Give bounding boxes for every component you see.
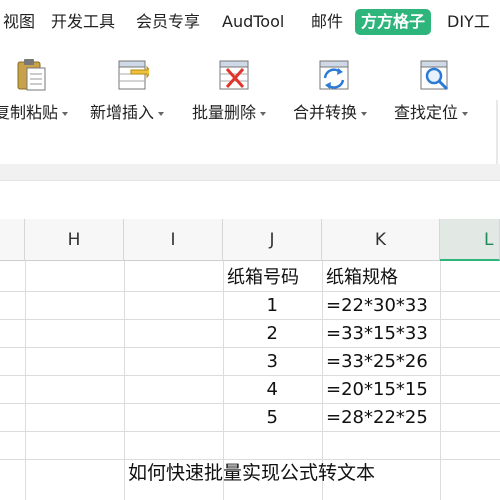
ribbon-separator-band: [0, 164, 500, 180]
caption-text: 如何快速批量实现公式转文本: [128, 462, 376, 484]
copy-paste-group[interactable]: 复制粘贴: [0, 44, 80, 134]
cell-k-row2[interactable]: =33*15*33: [326, 320, 428, 348]
find-locate-label: 查找定位: [394, 99, 469, 123]
column-header-l[interactable]: L: [440, 219, 500, 261]
tab-audtool[interactable]: AudTool: [222, 10, 284, 34]
column-header-h[interactable]: H: [25, 219, 124, 261]
cell-j-row2[interactable]: 2: [223, 320, 278, 348]
merge-convert-icon: [319, 60, 349, 90]
clipboard-paste-icon: [17, 59, 46, 91]
merge-convert-label: 合并转换: [293, 99, 368, 123]
find-locate-group[interactable]: 查找定位: [393, 44, 493, 134]
cell-j-row4[interactable]: 4: [223, 376, 278, 404]
gridline: [124, 261, 125, 500]
chevron-down-icon: [62, 111, 69, 116]
cell-k-row4[interactable]: =20*15*15: [326, 376, 428, 404]
chevron-down-icon: [462, 111, 469, 116]
column-header-k[interactable]: K: [322, 219, 440, 261]
tab-member[interactable]: 会员专享: [136, 10, 200, 34]
column-header-g[interactable]: [0, 219, 25, 261]
merge-convert-group[interactable]: 合并转换: [292, 44, 382, 134]
cell-j-row5[interactable]: 5: [223, 404, 278, 432]
chevron-down-icon: [260, 111, 267, 116]
batch-delete-label: 批量删除: [192, 99, 267, 123]
batch-delete-group[interactable]: 批量删除: [192, 44, 282, 134]
batch-delete-icon: [219, 60, 249, 90]
cell-j-row3[interactable]: 3: [223, 348, 278, 376]
find-locate-icon: [420, 60, 449, 91]
cell-k-row1[interactable]: =22*30*33: [326, 292, 428, 320]
tab-view[interactable]: 视图: [3, 10, 35, 34]
cell-k-row5[interactable]: =28*22*25: [326, 404, 428, 432]
cell-k-row3[interactable]: =33*25*26: [326, 348, 428, 376]
column-header-i[interactable]: I: [124, 219, 223, 261]
chevron-down-icon: [158, 111, 165, 116]
cell-j-row1[interactable]: 1: [223, 292, 278, 320]
insert-label: 新增插入: [90, 99, 165, 123]
gridline: [440, 261, 441, 500]
tab-diy-tools[interactable]: DIY工: [447, 10, 490, 34]
ribbon-toolbar: 复制粘贴 新增插入 批量删除 合并转换 查找定位: [0, 44, 500, 200]
tab-developer-tools[interactable]: 开发工具: [51, 10, 115, 34]
tab-fangfanggezi[interactable]: 方方格子: [355, 9, 432, 35]
copy-paste-label: 复制粘贴: [0, 99, 69, 123]
gridline: [25, 261, 26, 500]
chevron-down-icon: [361, 111, 368, 116]
tab-mail[interactable]: 邮件: [311, 10, 343, 34]
formula-bar[interactable]: [0, 180, 500, 220]
cell-k-header[interactable]: 纸箱规格: [326, 264, 398, 292]
cell-j-header[interactable]: 纸箱号码: [227, 264, 299, 292]
insert-group[interactable]: 新增插入: [90, 44, 180, 134]
insert-rows-icon: [118, 60, 149, 90]
menu-tab-bar: 视图 开发工具 会员专享 AudTool 邮件 方方格子 DIY工: [0, 0, 500, 44]
column-header-j[interactable]: J: [223, 219, 322, 261]
